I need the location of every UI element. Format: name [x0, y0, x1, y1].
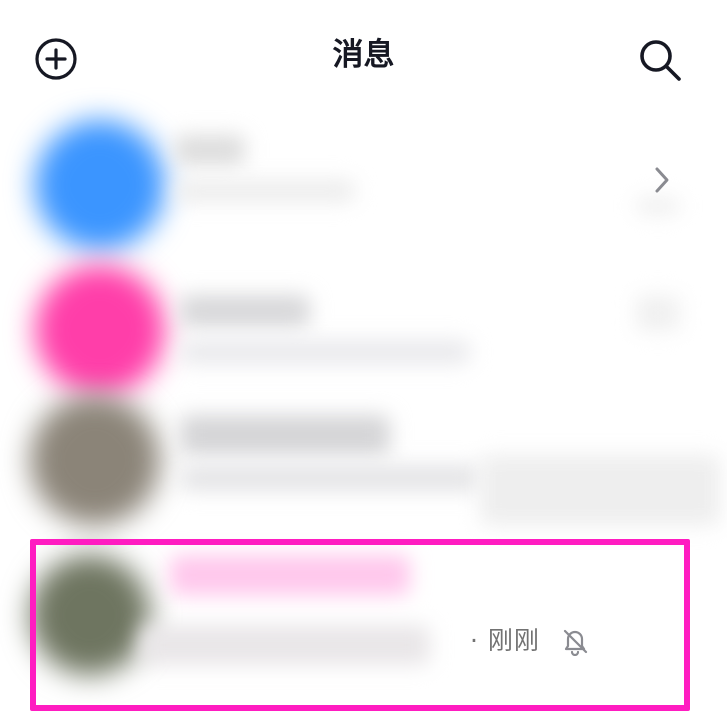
blurred-name: [175, 135, 245, 165]
search-button[interactable]: [636, 36, 684, 84]
page-title: 消息: [332, 37, 395, 73]
blurred-time: [636, 198, 680, 214]
highlight-box: [30, 539, 690, 711]
blurred-preview: [175, 180, 355, 202]
blurred-preview: [180, 340, 470, 364]
blurred-name: [180, 295, 310, 327]
list-item[interactable]: [0, 115, 727, 250]
avatar: [35, 265, 165, 395]
avatar: [30, 395, 160, 525]
avatar: [35, 120, 165, 250]
chevron-right-icon: [655, 167, 669, 193]
blurred-time: [480, 455, 720, 525]
list-item[interactable]: [0, 255, 727, 395]
blurred-preview: [180, 465, 480, 491]
list-item[interactable]: [0, 395, 727, 530]
blurred-time: [636, 295, 680, 331]
blurred-name: [180, 415, 390, 455]
top-bar: 消息: [0, 0, 727, 115]
search-icon: [640, 40, 681, 81]
